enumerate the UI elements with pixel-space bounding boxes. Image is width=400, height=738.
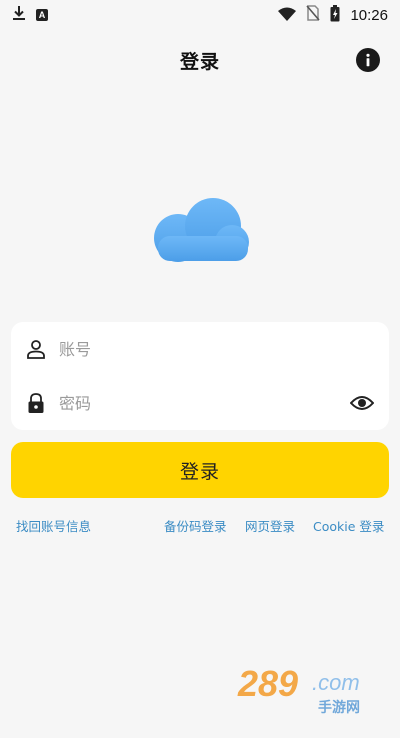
cloud-icon (154, 198, 249, 262)
account-row (11, 322, 389, 376)
status-time: 10:26 (350, 6, 388, 24)
toggle-password-visibility[interactable] (349, 390, 375, 416)
eye-icon (350, 396, 374, 410)
status-bar: A 10:26 (0, 0, 400, 30)
account-input[interactable] (59, 339, 375, 359)
info-button[interactable] (356, 48, 380, 72)
svg-text:.com: .com (312, 670, 360, 695)
web-login-link[interactable]: 网页登录 (245, 516, 295, 535)
app-a-icon: A (36, 9, 48, 21)
cloud-logo (150, 196, 250, 266)
svg-text:289: 289 (237, 663, 298, 704)
battery-charging-icon (330, 4, 340, 26)
title-bar: 登录 (0, 42, 400, 78)
status-right: 10:26 (278, 4, 388, 26)
info-icon (366, 53, 370, 67)
password-input[interactable] (59, 393, 349, 413)
download-icon (12, 5, 26, 25)
login-form (11, 322, 389, 430)
cookie-login-link[interactable]: Cookie 登录 (313, 516, 384, 535)
status-left: A (12, 5, 48, 25)
login-screen: A 10:26 登录 账号 登录 找回账号信息 备份码登录 网页登录 Cooki… (0, 0, 400, 738)
watermark-logo: 289 .com 手游网 (232, 658, 382, 718)
backup-code-login-link[interactable]: 备份码登录 (164, 516, 227, 535)
lock-icon (25, 392, 47, 414)
person-icon (25, 338, 47, 360)
login-button[interactable]: 登录 (11, 442, 389, 498)
auth-links: 找回账号信息 备份码登录 网页登录 Cookie 登录 (0, 516, 400, 536)
svg-text:手游网: 手游网 (318, 699, 360, 716)
page-title: 登录 (179, 50, 220, 73)
wifi-icon (278, 6, 297, 25)
no-sim-icon (306, 5, 321, 25)
recover-account-link[interactable]: 找回账号信息 (16, 516, 91, 535)
password-row (11, 376, 389, 430)
